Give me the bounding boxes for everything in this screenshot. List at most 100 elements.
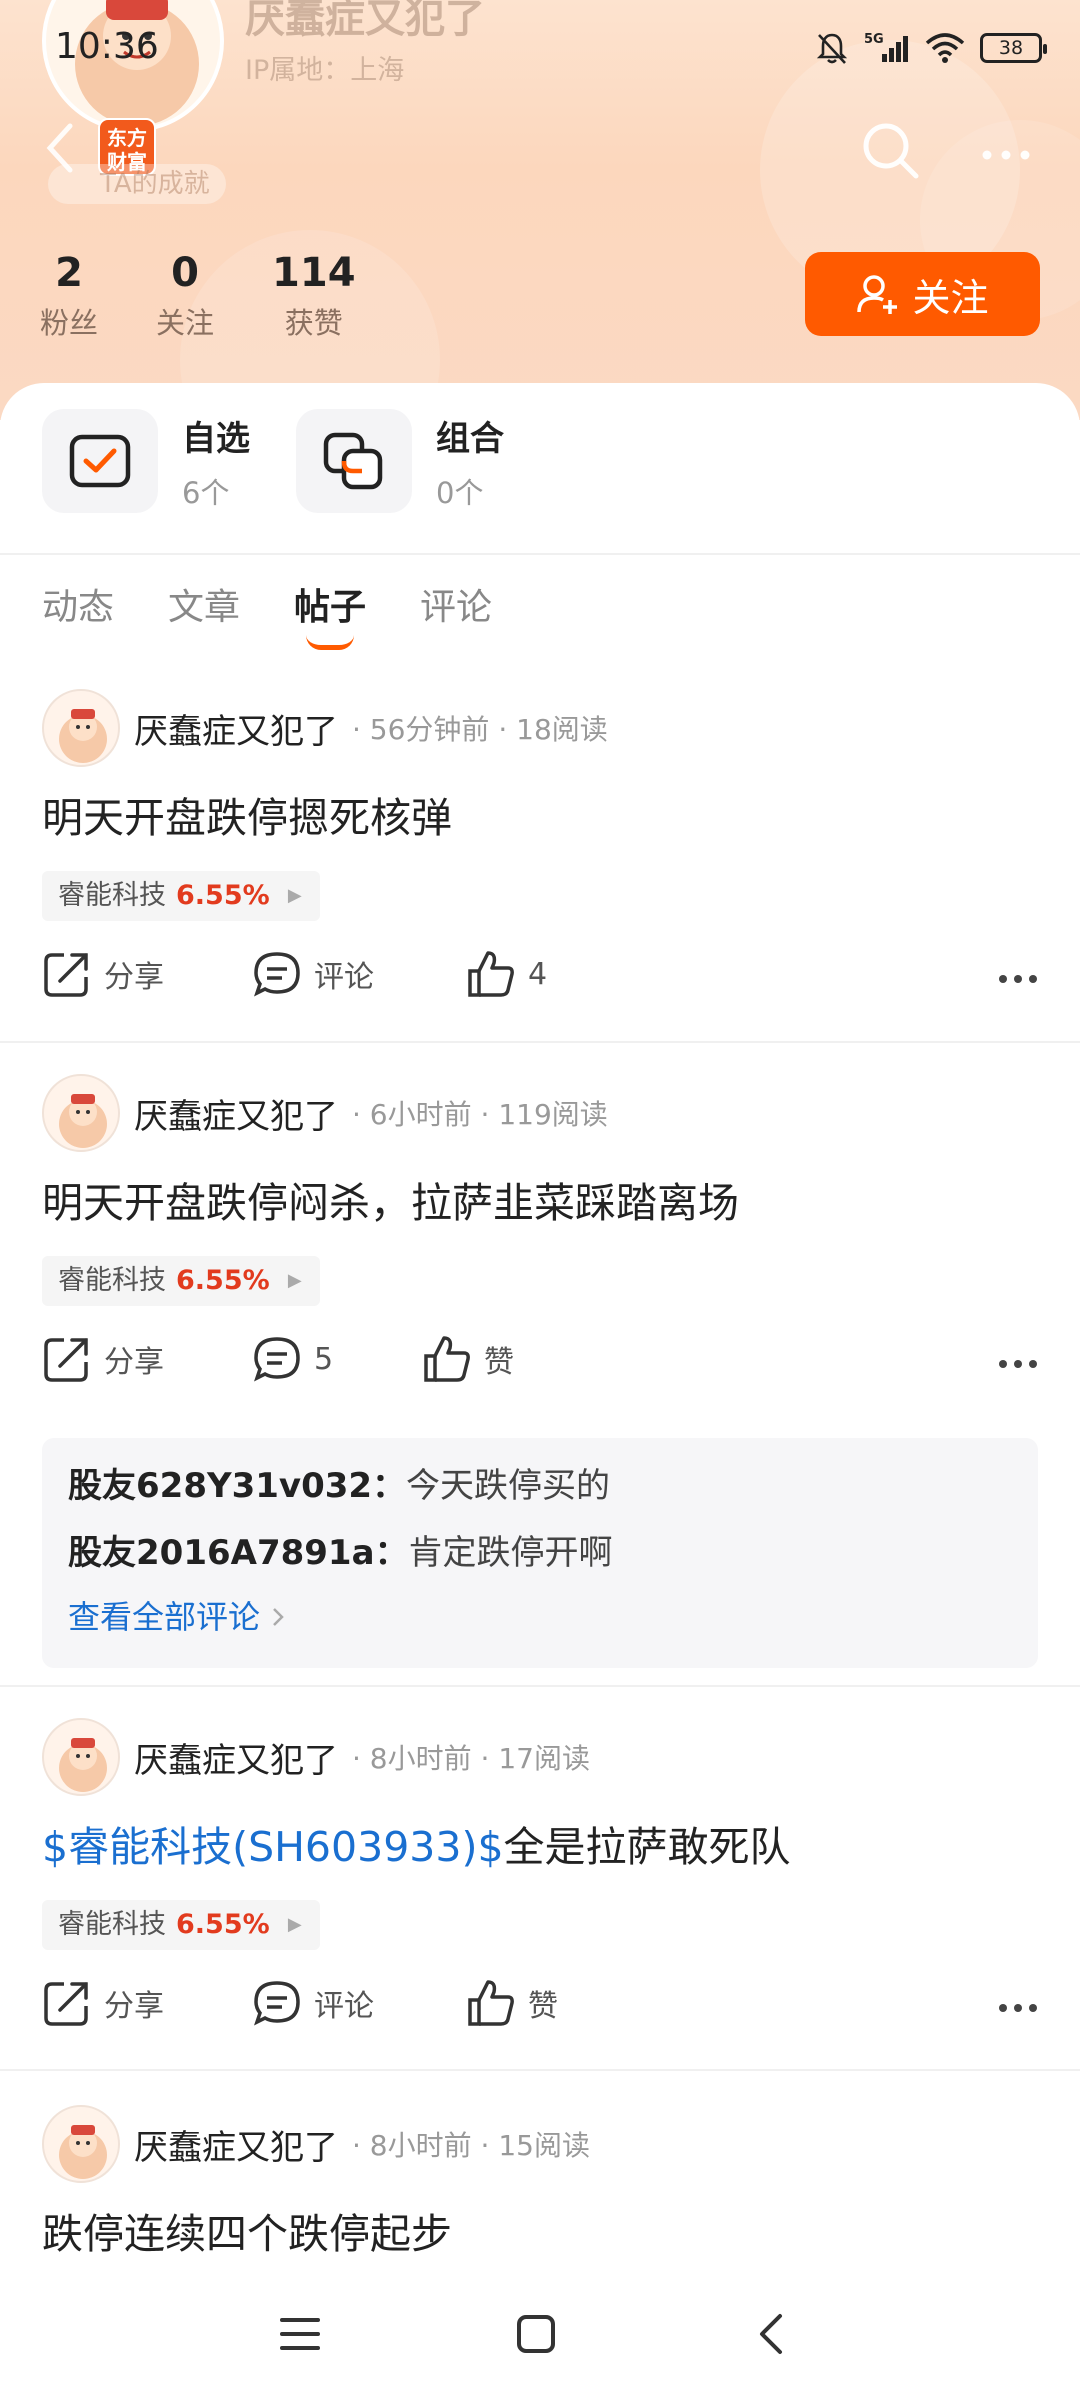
follow-button[interactable]: 关注	[805, 252, 1040, 336]
like-label: 4	[528, 956, 548, 992]
more-menu-button[interactable]	[980, 130, 1032, 171]
post-title[interactable]: 跌停连续四个跌停起步	[42, 2200, 452, 2260]
stock-tag[interactable]: 睿能科技 6.55% ▶	[42, 871, 320, 921]
stat-fans[interactable]: 2 粉丝	[40, 250, 98, 342]
menu-button[interactable]	[278, 2312, 322, 2360]
thumbs-up-icon	[468, 1980, 514, 2026]
profile-header: 东方财富 厌蠢症又犯了 IP属地：上海 TA的成就 10:36 5G 38 2 …	[0, 0, 1080, 420]
post-more-button[interactable]	[998, 1986, 1038, 2016]
divider	[0, 553, 1080, 555]
see-all-label: 查看全部评论	[68, 1598, 261, 1636]
stock-mention-link[interactable]: $睿能科技(SH603933)$	[42, 1823, 504, 1871]
stat-value: 2	[55, 250, 83, 296]
like-button[interactable]: 赞	[466, 1978, 558, 2028]
quick-link-watchlist[interactable]: 自选 6个	[42, 409, 252, 513]
post-meta: · 56分钟前 · 18阅读	[352, 713, 608, 746]
author-avatar[interactable]	[42, 2105, 120, 2183]
post-item[interactable]: 厌蠢症又犯了 · 56分钟前 · 18阅读 明天开盘跌停摁死核弹 睿能科技 6.5…	[0, 689, 1080, 1049]
quick-link-title: 组合	[436, 418, 504, 459]
post-title[interactable]: $睿能科技(SH603933)$全是拉萨敢死队	[42, 1813, 791, 1873]
post-author[interactable]: 厌蠢症又犯了	[134, 1733, 338, 1782]
stock-change: 6.55%	[176, 1265, 270, 1296]
comments-preview[interactable]: 股友628Y31v032：今天跌停买的 股友2016A7891a：肯定跌停开啊 …	[42, 1438, 1038, 1668]
like-button[interactable]: 赞	[422, 1334, 514, 1384]
back-button[interactable]	[40, 118, 80, 182]
comment-item: 股友2016A7891a：肯定跌停开啊	[68, 1525, 1012, 1574]
share-label: 分享	[104, 1989, 164, 2024]
tab-activity[interactable]: 动态	[42, 578, 114, 644]
chevron-right-icon	[273, 1608, 284, 1626]
post-meta: · 6小时前 · 119阅读	[352, 1098, 608, 1131]
profile-stats: 2 粉丝 0 关注 114 获赞	[40, 250, 356, 342]
thumbs-up-icon	[424, 1336, 470, 1382]
post-actions: 分享 评论 赞	[42, 1978, 1038, 2038]
author-avatar[interactable]	[42, 1718, 120, 1796]
triangle-right-icon: ▶	[287, 1270, 302, 1291]
search-button[interactable]	[858, 118, 922, 186]
post-more-button[interactable]	[998, 1342, 1038, 1372]
stat-label: 获赞	[284, 306, 343, 340]
share-button[interactable]: 分享	[42, 949, 164, 999]
quick-link-portfolio[interactable]: 组合 0个	[296, 409, 506, 513]
thumbs-up-icon	[468, 951, 514, 997]
post-title[interactable]: 明天开盘跌停摁死核弹	[42, 784, 452, 844]
comment-text: 肯定跌停开啊	[408, 1533, 613, 1573]
post-header: 厌蠢症又犯了 · 8小时前 · 17阅读	[42, 1718, 590, 1796]
stock-tag[interactable]: 睿能科技 6.55% ▶	[42, 1900, 320, 1950]
comment-button[interactable]: 5	[252, 1334, 333, 1384]
comment-button[interactable]: 评论	[252, 949, 374, 999]
author-avatar[interactable]	[42, 1074, 120, 1152]
comment-text: 今天跌停买的	[406, 1466, 611, 1506]
share-icon	[44, 1982, 88, 2026]
post-meta: · 8小时前 · 17阅读	[352, 1742, 590, 1775]
post-item[interactable]: 厌蠢症又犯了 · 8小时前 · 17阅读 $睿能科技(SH603933)$全是拉…	[0, 1718, 1080, 2078]
comment-item: 股友628Y31v032：今天跌停买的	[68, 1458, 1012, 1507]
like-button[interactable]: 4	[466, 949, 547, 999]
stock-name: 睿能科技	[58, 880, 166, 911]
like-label: 赞	[484, 1345, 514, 1380]
see-all-comments-link[interactable]: 查看全部评论	[68, 1592, 1012, 1638]
comment-button[interactable]: 评论	[252, 1978, 374, 2028]
home-button[interactable]	[514, 2312, 558, 2360]
stat-label: 关注	[156, 306, 215, 340]
stat-value: 114	[272, 250, 356, 296]
divider	[0, 1041, 1080, 1043]
post-more-button[interactable]	[998, 957, 1038, 987]
home-square-icon	[517, 2315, 555, 2353]
post-author[interactable]: 厌蠢症又犯了	[134, 1089, 338, 1138]
system-back-button[interactable]	[750, 2312, 794, 2360]
quick-link-count: 6个	[182, 475, 230, 510]
stock-tag[interactable]: 睿能科技 6.55% ▶	[42, 1256, 320, 1306]
comment-user[interactable]: 股友2016A7891a：	[68, 1533, 409, 1573]
share-icon	[44, 953, 88, 997]
post-author[interactable]: 厌蠢症又犯了	[134, 2120, 338, 2169]
stat-likes[interactable]: 114 获赞	[272, 250, 356, 342]
divider	[0, 2069, 1080, 2071]
stat-following[interactable]: 0 关注	[156, 250, 214, 342]
comment-user[interactable]: 股友628Y31v032：	[68, 1466, 406, 1506]
system-icons: 5G 38	[814, 30, 1047, 66]
stock-name: 睿能科技	[58, 1909, 166, 1940]
comment-label: 评论	[314, 960, 374, 995]
tab-comments[interactable]: 评论	[420, 578, 492, 644]
share-label: 分享	[104, 1345, 164, 1380]
triangle-right-icon: ▶	[287, 885, 302, 906]
share-label: 分享	[104, 960, 164, 995]
quick-link-title: 自选	[182, 418, 250, 459]
search-icon	[863, 123, 919, 179]
author-avatar[interactable]	[42, 689, 120, 767]
post-item[interactable]: 厌蠢症又犯了 · 8小时前 · 15阅读 跌停连续四个跌停起步	[0, 2105, 1080, 2285]
post-actions: 分享 评论 4	[42, 949, 1038, 1009]
tab-articles[interactable]: 文章	[168, 578, 240, 644]
share-button[interactable]: 分享	[42, 1334, 164, 1384]
status-bar: 10:36 5G 38	[0, 0, 1080, 100]
stock-change: 6.55%	[176, 880, 270, 911]
tab-posts[interactable]: 帖子	[294, 578, 366, 650]
checkbox-icon	[42, 409, 158, 513]
post-header: 厌蠢症又犯了 · 6小时前 · 119阅读	[42, 1074, 608, 1152]
back-arrow-icon	[46, 123, 73, 173]
post-item[interactable]: 厌蠢症又犯了 · 6小时前 · 119阅读 明天开盘跌停闷杀，拉萨韭菜踩踏离场 …	[0, 1074, 1080, 1694]
post-title[interactable]: 明天开盘跌停闷杀，拉萨韭菜踩踏离场	[42, 1169, 739, 1229]
share-button[interactable]: 分享	[42, 1978, 164, 2028]
post-author[interactable]: 厌蠢症又犯了	[134, 704, 338, 753]
